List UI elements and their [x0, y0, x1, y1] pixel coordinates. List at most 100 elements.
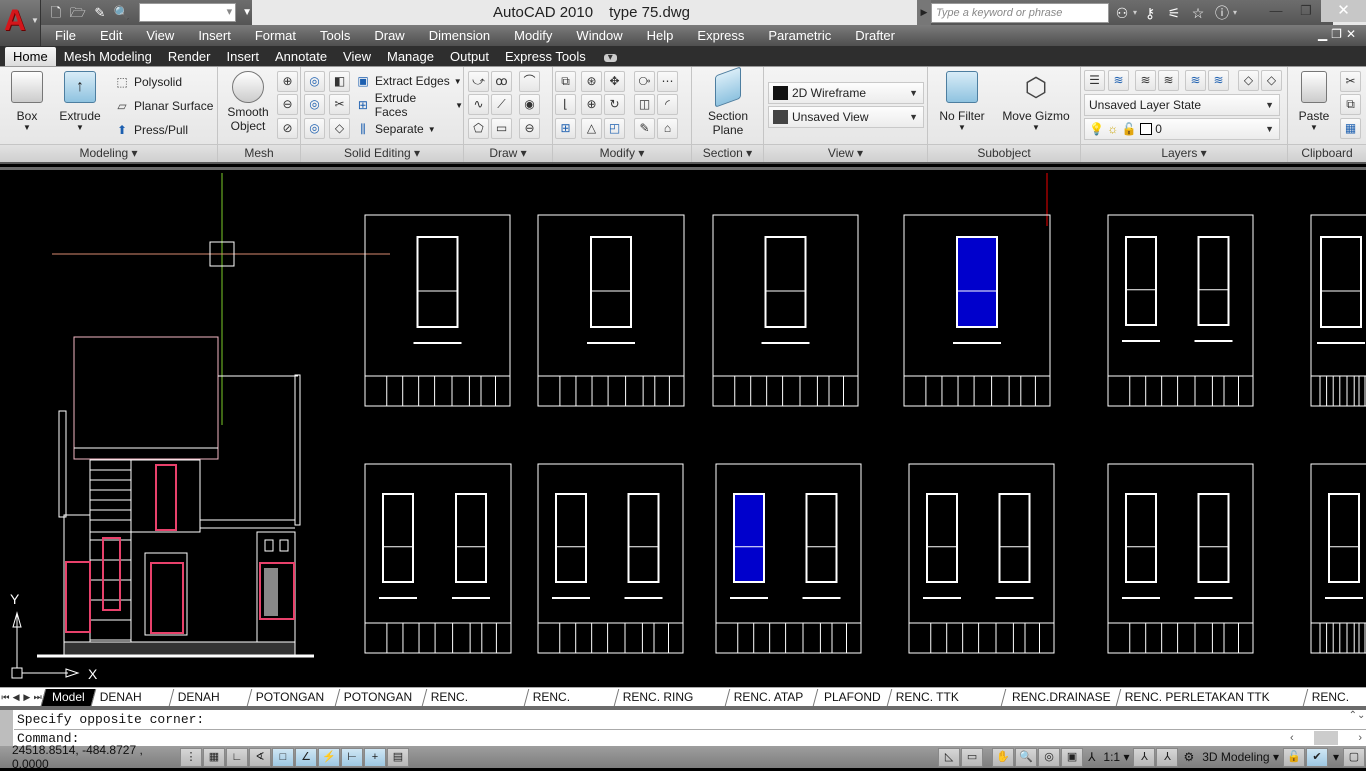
3d-array-icon[interactable]: ⊞	[555, 118, 576, 139]
3d-mirror-icon[interactable]: △	[581, 118, 602, 139]
stretch-icon[interactable]: ◫	[634, 94, 655, 115]
menu-dimension[interactable]: Dimension	[415, 28, 490, 43]
no-filter-button[interactable]: No Filter ▼	[936, 71, 988, 132]
polar-tracking-icon[interactable]: ∢	[249, 747, 271, 767]
trim-icon[interactable]: ⋯	[657, 71, 678, 92]
panel-title-mesh[interactable]: Mesh	[218, 144, 300, 162]
extract-edges-button[interactable]: ▣ Extract Edges ▼	[355, 70, 461, 92]
tab-insert[interactable]: Insert	[218, 47, 267, 66]
rotate-icon[interactable]: ↻	[604, 94, 625, 115]
new-icon[interactable]: 🗋	[47, 5, 65, 21]
3d-rotate-icon[interactable]: ⊛	[581, 71, 602, 92]
quick-view-layouts-icon[interactable]: ▭	[961, 747, 984, 767]
model-viewport[interactable]: Y X	[0, 167, 1366, 687]
snap-mode-icon[interactable]: ⋮	[180, 747, 202, 767]
command-scroll-icon[interactable]: ⌃⌄	[1348, 710, 1366, 728]
planar-surface-button[interactable]: ▱ Planar Surface	[114, 95, 213, 117]
menu-window[interactable]: Window	[562, 28, 622, 43]
panel-title-modify[interactable]: Modify ▾	[553, 144, 691, 162]
layer-match-icon[interactable]: ≋	[1135, 70, 1156, 91]
layer-isolate-icon[interactable]: ≋	[1208, 70, 1229, 91]
layout-tab-renc-atap-1[interactable]: RENC. ATAP 1	[724, 688, 818, 721]
showmotion-icon[interactable]: ▣	[1061, 747, 1084, 767]
scroll-thumb[interactable]	[1314, 731, 1338, 745]
extrude-faces-button[interactable]: ⊞ Extrude Faces ▼	[355, 91, 463, 119]
model-space-icon[interactable]: ◺	[938, 747, 961, 767]
tab-home[interactable]: Home	[5, 47, 56, 66]
intersect-icon[interactable]: ◎	[304, 118, 325, 139]
drawing-sheet[interactable]	[1107, 463, 1254, 654]
press-pull-button[interactable]: ⬆ Press/Pull	[114, 119, 188, 141]
collapse-search-icon[interactable]: ▶	[917, 0, 931, 25]
layout-tab-renc-pondasi[interactable]: RENC. PONDASI	[421, 688, 529, 721]
drawing-sheet[interactable]	[1107, 214, 1254, 407]
layout-tab-model[interactable]: Model	[40, 688, 95, 706]
3d-object-snap-icon[interactable]: ∠	[295, 747, 317, 767]
layer-freeze-icon[interactable]: ◇	[1238, 70, 1259, 91]
open-icon[interactable]: 🗁	[69, 5, 87, 21]
drawing-sheet[interactable]	[908, 463, 1055, 654]
scroll-left-icon[interactable]: ‹	[1290, 732, 1294, 744]
erase-icon[interactable]: ✎	[634, 118, 655, 139]
next-layout-icon[interactable]: ▶	[22, 692, 33, 703]
status-menu-icon[interactable]: ▾	[1333, 750, 1339, 764]
layout-tab-renc-ttk-lampu[interactable]: RENC. TTK LAMPU	[886, 688, 1005, 721]
layout-tab-renc-ring-balk[interactable]: RENC. RING BALK	[614, 688, 730, 721]
layout-tab-potongan-2[interactable]: POTONGAN 2	[334, 688, 427, 721]
drawing-sheet[interactable]	[537, 214, 685, 407]
paste-button[interactable]: Paste ▼	[1294, 71, 1334, 132]
minimize-button[interactable]: —	[1261, 0, 1291, 22]
minimize-ribbon-icon[interactable]: ▾	[603, 53, 617, 63]
help-icon[interactable]: ⓘ	[1211, 3, 1233, 23]
annotation-scale[interactable]: 1:1 ▾	[1103, 750, 1129, 764]
circle-icon[interactable]: ◉	[519, 94, 540, 115]
grid-display-icon[interactable]: ▦	[203, 747, 225, 767]
tab-manage[interactable]: Manage	[379, 47, 442, 66]
explode-icon[interactable]: ⌂	[657, 118, 678, 139]
layer-properties-icon[interactable]: ☰	[1084, 70, 1105, 91]
smooth-more-icon[interactable]: ⊕	[277, 71, 298, 92]
menu-insert[interactable]: Insert	[184, 28, 231, 43]
menu-draw[interactable]: Draw	[360, 28, 404, 43]
drawing-canvas[interactable]: Y X	[0, 170, 1366, 687]
horizontal-scrollbar[interactable]: ‹ ›	[1286, 730, 1366, 746]
spline-icon[interactable]: ∿	[468, 94, 489, 115]
lineweight-icon[interactable]: ▤	[387, 747, 409, 767]
layer-states-icon[interactable]: ≋	[1108, 70, 1129, 91]
menu-edit[interactable]: Edit	[86, 28, 122, 43]
drawing-window-controls[interactable]: ▁❐✕	[1318, 27, 1360, 41]
layer-dropdown[interactable]: 💡 ☼ 🔓 0 ▼	[1084, 118, 1280, 140]
layout-tab-renc-perletakan-ttk-lampu[interactable]: RENC. PERLETAKAN TTK LAMPU	[1116, 688, 1308, 721]
fillet-icon[interactable]: ◜	[657, 94, 678, 115]
chevron-down-icon[interactable]: ▾	[1133, 8, 1137, 17]
layout-tab-potongan-1[interactable]: POTONGAN 1	[247, 688, 340, 721]
3d-rotate-gizmo-icon[interactable]: ⊕	[581, 94, 602, 115]
menu-tools[interactable]: Tools	[306, 28, 350, 43]
tab-mesh-modeling[interactable]: Mesh Modeling	[56, 47, 160, 66]
panel-title-layers[interactable]: Layers ▾	[1081, 144, 1287, 162]
ellipse-icon[interactable]: ⊖	[519, 118, 540, 139]
cut-icon[interactable]: ✂	[1340, 71, 1361, 92]
annotation-visibility-icon[interactable]: ⅄	[1133, 747, 1156, 767]
customize-qat-icon[interactable]: ▼	[242, 7, 252, 18]
toolbar-lock-icon[interactable]: 🔓	[1282, 747, 1305, 767]
steeringwheels-icon[interactable]: ◎	[1038, 747, 1061, 767]
plot-preview-icon[interactable]: 🔍	[113, 5, 131, 21]
match-properties-icon[interactable]: ▦	[1340, 118, 1361, 139]
panel-title-draw[interactable]: Draw ▾	[464, 144, 552, 162]
drawing-sheet[interactable]	[712, 214, 859, 407]
subtract-icon[interactable]: ◎	[304, 94, 325, 115]
copy-clip-icon[interactable]: ⧉	[1340, 94, 1361, 115]
star-icon[interactable]: ☆	[1187, 3, 1209, 23]
thicken-icon[interactable]: ◇	[329, 118, 350, 139]
command-line-grip[interactable]	[0, 710, 13, 746]
panel-title-view[interactable]: View ▾	[764, 144, 927, 162]
layer-off-icon[interactable]: ◇	[1261, 70, 1282, 91]
satellite-icon[interactable]: ⚟	[1163, 3, 1185, 23]
layout-tab-renc-p[interactable]: RENC. P	[1303, 688, 1366, 721]
workspace-combo[interactable]	[138, 3, 237, 22]
auto-scale-icon[interactable]: ⅄	[1156, 747, 1179, 767]
move-icon[interactable]: ✥	[604, 71, 625, 92]
drawing-sheet[interactable]	[1310, 463, 1366, 654]
save-icon[interactable]: ✎	[91, 5, 109, 21]
